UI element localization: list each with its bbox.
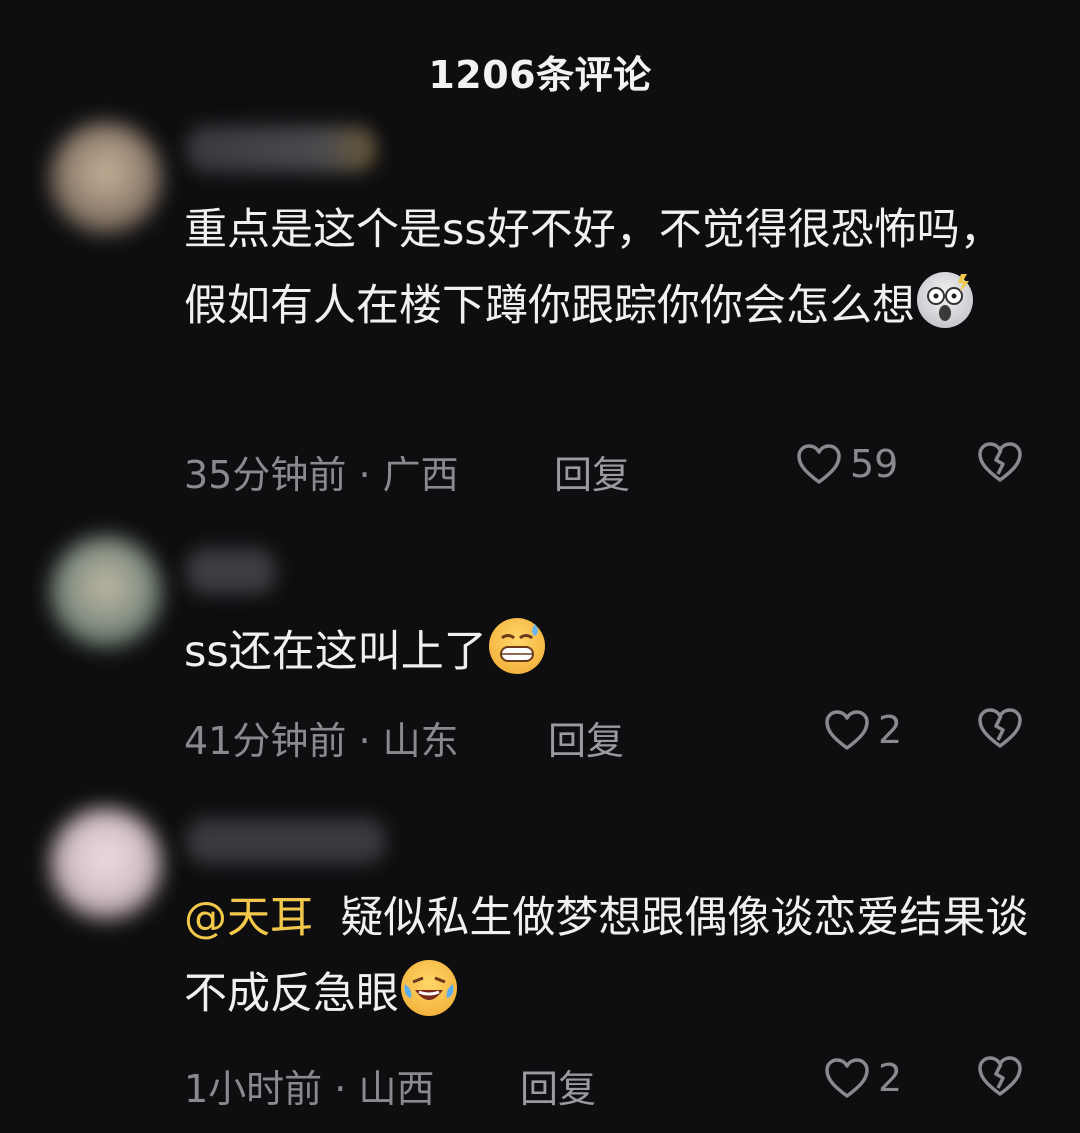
broken-heart-icon <box>978 1056 1022 1096</box>
dislike-button[interactable] <box>976 1054 1024 1098</box>
comment-count-title: 1206条评论 <box>428 53 652 97</box>
username-blurred[interactable] <box>186 818 386 864</box>
reply-button[interactable]: 回复 <box>548 710 624 765</box>
comment-meta: 35分钟前 · 广西 回复 59 <box>184 442 1080 497</box>
comment-time: 1小时前 <box>184 1067 323 1111</box>
comment-location: 山西 <box>358 1067 435 1111</box>
broken-heart-icon <box>978 708 1022 748</box>
heart-icon <box>825 1058 869 1098</box>
mention-link[interactable]: @天耳 <box>184 893 313 943</box>
avatar[interactable] <box>50 122 162 234</box>
dislike-button[interactable] <box>976 706 1024 750</box>
like-count: 2 <box>878 1056 903 1100</box>
comment-text: @天耳 疑似私生做梦想跟偶像谈恋爱结果谈不成反急眼 <box>184 893 1029 1019</box>
comment-location: 山东 <box>382 719 459 763</box>
reply-button[interactable]: 回复 <box>554 444 630 499</box>
reply-button[interactable]: 回复 <box>520 1058 596 1113</box>
comment-meta: 41分钟前 · 山东 回复 2 <box>184 708 1080 763</box>
comment-text: ss还在这叫上了 <box>184 614 1034 690</box>
heart-icon <box>825 710 869 750</box>
username-blurred[interactable] <box>186 548 276 594</box>
like-button[interactable]: 59 <box>796 442 898 486</box>
heart-icon <box>797 444 841 484</box>
like-count: 59 <box>850 442 899 486</box>
comment-location: 广西 <box>382 453 459 497</box>
username-blurred[interactable] <box>186 126 376 172</box>
shocked-face-emoji-icon <box>917 272 973 328</box>
avatar[interactable] <box>50 536 162 648</box>
broken-heart-icon <box>978 442 1022 482</box>
like-button[interactable]: 2 <box>824 708 902 752</box>
comment-time: 41分钟前 <box>184 719 347 763</box>
dislike-button[interactable] <box>976 440 1024 484</box>
comment-meta: 1小时前 · 山西 回复 2 <box>184 1056 1080 1111</box>
grinning-sweat-emoji-icon <box>488 618 545 674</box>
avatar[interactable] <box>50 808 162 920</box>
like-count: 2 <box>878 708 903 752</box>
laughing-tears-emoji-icon <box>401 960 457 1016</box>
comment-time: 35分钟前 <box>184 453 347 497</box>
comment-text: 重点是这个是ss好不好，不觉得很恐怖吗，假如有人在楼下蹲你跟踪你你会怎么想 <box>184 205 1003 331</box>
like-button[interactable]: 2 <box>824 1056 902 1100</box>
